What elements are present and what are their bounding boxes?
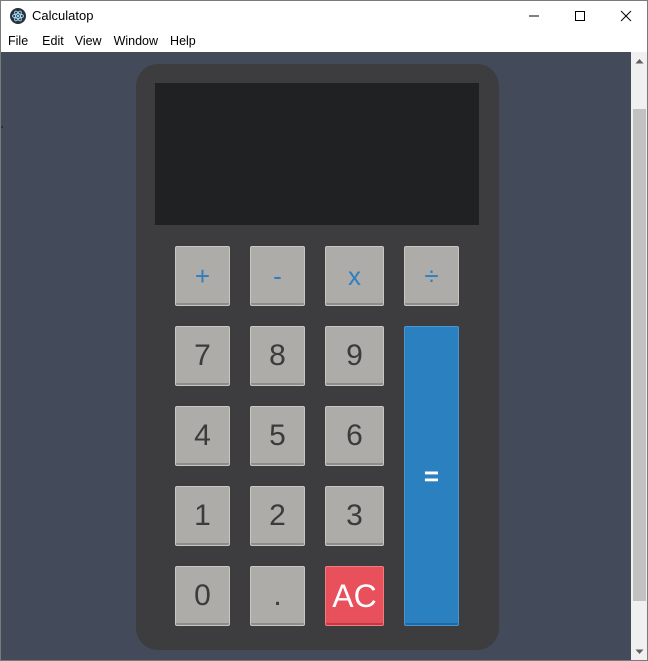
edge-mark [1, 126, 3, 128]
menu-edit[interactable]: Edit [28, 31, 64, 52]
calculator-display [155, 83, 479, 225]
menu-view[interactable]: View [64, 31, 102, 52]
menu-file[interactable]: File [1, 31, 28, 52]
digit-9-button[interactable]: 9 [325, 326, 384, 386]
maximize-icon [575, 11, 585, 21]
window-title: Calculatop [32, 8, 94, 23]
vertical-scrollbar[interactable] [631, 52, 647, 660]
decimal-point-button[interactable]: . [250, 566, 305, 626]
scroll-down-button[interactable] [631, 643, 647, 660]
equals-button[interactable]: = [404, 326, 459, 626]
calculator-body: + - x ÷ 7 8 9 4 5 6 1 2 3 0 . AC = [136, 64, 499, 650]
digit-1-button[interactable]: 1 [175, 486, 230, 546]
digit-4-button[interactable]: 4 [175, 406, 230, 466]
minimize-icon [529, 15, 539, 17]
digit-2-button[interactable]: 2 [250, 486, 305, 546]
digit-8-button[interactable]: 8 [250, 326, 305, 386]
chevron-up-icon [635, 58, 643, 63]
close-icon [620, 10, 632, 22]
title-bar[interactable]: Calculatop [1, 1, 647, 31]
menu-window[interactable]: Window [102, 31, 158, 52]
subtract-button[interactable]: - [250, 246, 305, 306]
divide-button[interactable]: ÷ [404, 246, 459, 306]
digit-3-button[interactable]: 3 [325, 486, 384, 546]
app-logo-icon [10, 8, 26, 24]
menu-help[interactable]: Help [158, 31, 196, 52]
app-content: + - x ÷ 7 8 9 4 5 6 1 2 3 0 . AC = [1, 52, 631, 660]
scrollbar-thumb[interactable] [633, 109, 646, 601]
maximize-button[interactable] [557, 1, 603, 31]
multiply-button[interactable]: x [325, 246, 384, 306]
add-button[interactable]: + [175, 246, 230, 306]
close-button[interactable] [603, 1, 647, 31]
digit-5-button[interactable]: 5 [250, 406, 305, 466]
minimize-button[interactable] [511, 1, 557, 31]
scroll-up-button[interactable] [631, 52, 647, 69]
app-window: Calculatop File Edit View Window Help + … [0, 0, 648, 661]
digit-6-button[interactable]: 6 [325, 406, 384, 466]
digit-7-button[interactable]: 7 [175, 326, 230, 386]
digit-0-button[interactable]: 0 [175, 566, 230, 626]
menu-bar: File Edit View Window Help [1, 31, 647, 52]
chevron-down-icon [635, 649, 643, 654]
all-clear-button[interactable]: AC [325, 566, 384, 626]
